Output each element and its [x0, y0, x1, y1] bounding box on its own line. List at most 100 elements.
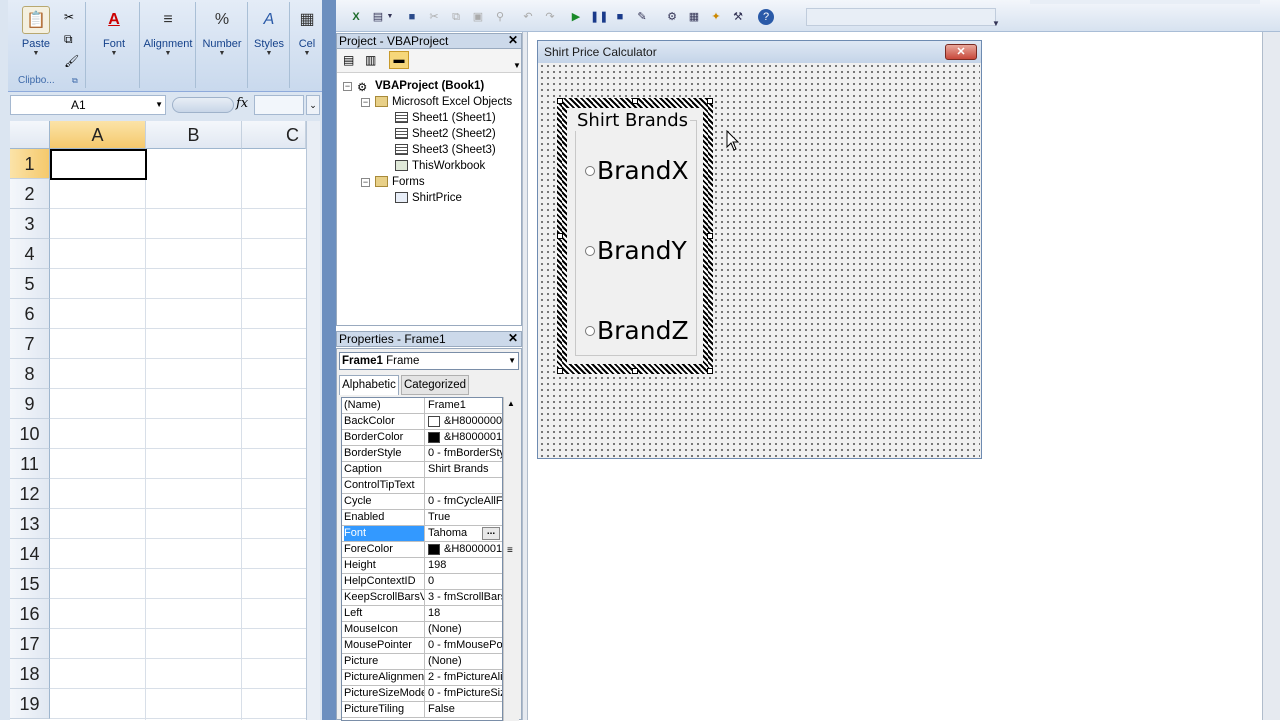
option-brandy[interactable]: BrandY — [585, 236, 687, 266]
row-header[interactable]: 18 — [10, 659, 50, 689]
save-icon[interactable]: ■ — [404, 9, 420, 25]
row-header[interactable]: 19 — [10, 689, 50, 719]
property-row[interactable]: Caption Shirt Brands — [342, 462, 502, 478]
dialog-launcher-icon[interactable]: ⧉ — [72, 76, 78, 86]
project-explorer-icon[interactable]: ⚙ — [664, 9, 680, 25]
property-row[interactable]: BorderStyle 0 - fmBorderSty — [342, 446, 502, 462]
cut-icon[interactable]: ✂ — [426, 9, 442, 25]
row-header[interactable]: 9 — [10, 389, 50, 419]
collapse-icon[interactable]: − — [361, 178, 370, 187]
name-box[interactable]: A1 ▼ — [10, 95, 166, 115]
design-mode-icon[interactable]: ✎ — [634, 9, 650, 25]
column-header-b[interactable]: B — [146, 121, 242, 149]
column-header-a[interactable]: A — [50, 121, 146, 149]
property-row[interactable]: Cycle 0 - fmCycleAllFo — [342, 494, 502, 510]
toolbar-options-icon[interactable]: ▼ — [988, 16, 1004, 32]
fx-label[interactable]: fx — [236, 96, 248, 111]
close-icon[interactable]: ✕ — [945, 44, 977, 60]
run-icon[interactable]: ▶ — [568, 9, 584, 25]
row-header[interactable]: 7 — [10, 329, 50, 359]
reset-icon[interactable]: ■ — [612, 9, 628, 25]
properties-window-icon[interactable]: ▦ — [686, 9, 702, 25]
chevron-down-icon[interactable]: ▼ — [513, 61, 521, 70]
row-header[interactable]: 11 — [10, 449, 50, 479]
scroll-grip-icon[interactable]: ≡ — [507, 545, 513, 556]
close-icon[interactable]: ✕ — [507, 332, 519, 345]
alignment-button[interactable]: ≡ Alignment ▼ — [140, 6, 196, 57]
row-header[interactable]: 1 — [10, 149, 50, 179]
cells-button[interactable]: ▦ Cel ▼ — [292, 6, 322, 57]
row-header[interactable]: 15 — [10, 569, 50, 599]
property-row[interactable]: BackColor &H8000000 — [342, 414, 502, 430]
property-row[interactable]: MouseIcon (None) — [342, 622, 502, 638]
property-row[interactable]: (Name) Frame1 — [342, 398, 502, 414]
property-row[interactable]: PictureSizeMode 0 - fmPictureSiz — [342, 686, 502, 702]
worksheet-grid[interactable]: A B C 1 2 3 4 5 6 7 8 9 10 11 12 13 14 1… — [10, 121, 306, 720]
tree-sheet2[interactable]: Sheet2 (Sheet2) — [395, 126, 496, 142]
option-brandz[interactable]: BrandZ — [585, 316, 689, 346]
object-selector[interactable]: Frame1 Frame ▼ — [339, 352, 519, 370]
row-header[interactable]: 5 — [10, 269, 50, 299]
resize-handle[interactable] — [557, 233, 563, 239]
collapse-icon[interactable]: − — [343, 82, 352, 91]
row-header[interactable]: 14 — [10, 539, 50, 569]
property-scrollbar[interactable]: ▲ ≡ — [503, 397, 519, 721]
insert-userform-icon[interactable]: ▤ — [370, 9, 386, 25]
find-icon[interactable]: ⚲ — [492, 9, 508, 25]
row-header[interactable]: 16 — [10, 599, 50, 629]
excel-vertical-scrollbar[interactable] — [306, 121, 320, 720]
cut-icon[interactable]: ✂ — [64, 10, 74, 24]
redo-icon[interactable]: ↷ — [542, 9, 558, 25]
row-header[interactable]: 2 — [10, 179, 50, 209]
row-header[interactable]: 17 — [10, 629, 50, 659]
paste-icon[interactable]: ▣ — [470, 9, 486, 25]
frame1[interactable]: Shirt Brands BrandX BrandY BrandZ — [567, 108, 703, 364]
chevron-down-icon[interactable]: ▼ — [508, 353, 516, 369]
undo-icon[interactable]: ↶ — [520, 9, 536, 25]
object-browser-icon[interactable]: ✦ — [708, 9, 724, 25]
font-picker-button[interactable]: ... — [482, 527, 500, 540]
property-row-selected[interactable]: Font Tahoma ... — [342, 526, 502, 542]
row-header[interactable]: 3 — [10, 209, 50, 239]
toolbox-icon[interactable]: ⚒ — [730, 9, 746, 25]
row-header[interactable]: 13 — [10, 509, 50, 539]
active-cell-a1[interactable] — [50, 149, 147, 180]
property-row[interactable]: PictureTiling False — [342, 702, 502, 718]
row-header[interactable]: 8 — [10, 359, 50, 389]
select-all-button[interactable] — [10, 121, 50, 149]
column-header-c[interactable]: C — [242, 121, 306, 149]
property-row[interactable]: MousePointer 0 - fmMousePoi — [342, 638, 502, 654]
chevron-down-icon[interactable]: ▼ — [386, 9, 394, 25]
property-row[interactable]: Picture (None) — [342, 654, 502, 670]
property-row[interactable]: HelpContextID 0 — [342, 574, 502, 590]
frame1-selection[interactable]: Shirt Brands BrandX BrandY BrandZ — [557, 98, 713, 374]
view-excel-icon[interactable]: X — [348, 9, 364, 25]
expand-formula-icon[interactable]: ⌄ — [306, 95, 320, 115]
property-row[interactable]: ForeColor &H8000001 — [342, 542, 502, 558]
row-header[interactable]: 6 — [10, 299, 50, 329]
property-row[interactable]: PictureAlignment 2 - fmPictureAli — [342, 670, 502, 686]
row-header[interactable]: 4 — [10, 239, 50, 269]
resize-handle[interactable] — [632, 368, 638, 374]
number-button[interactable]: % Number ▼ — [200, 6, 244, 57]
tab-categorized[interactable]: Categorized — [401, 375, 469, 395]
resize-handle[interactable] — [557, 368, 563, 374]
chevron-up-icon[interactable]: ▲ — [507, 399, 515, 408]
resize-handle[interactable] — [632, 98, 638, 104]
resize-handle[interactable] — [707, 233, 713, 239]
tree-thisworkbook[interactable]: ThisWorkbook — [395, 158, 485, 174]
property-row[interactable]: Height 198 — [342, 558, 502, 574]
resize-handle[interactable] — [707, 98, 713, 104]
tab-alphabetic[interactable]: Alphabetic — [339, 375, 399, 395]
close-icon[interactable]: ✕ — [507, 34, 519, 47]
view-code-icon[interactable]: ▤ — [343, 53, 354, 67]
resize-handle[interactable] — [557, 98, 563, 104]
designer-vertical-scrollbar[interactable] — [1262, 32, 1280, 720]
property-row[interactable]: Left 18 — [342, 606, 502, 622]
row-header[interactable]: 12 — [10, 479, 50, 509]
property-row[interactable]: KeepScrollBarsVis 3 - fmScrollBars — [342, 590, 502, 606]
font-button[interactable]: A Font ▼ — [94, 6, 134, 57]
format-painter-icon[interactable]: 🖌 — [64, 54, 79, 68]
formula-bar-resize[interactable] — [172, 97, 234, 113]
tree-sheet3[interactable]: Sheet3 (Sheet3) — [395, 142, 496, 158]
